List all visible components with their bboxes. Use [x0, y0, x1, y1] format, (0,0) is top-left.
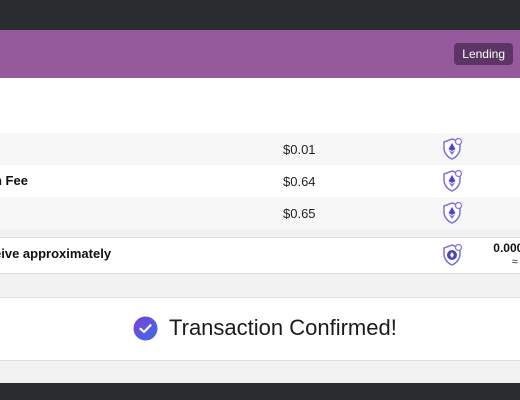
receive-amount: 0.0000 — [493, 241, 520, 255]
check-circle-icon — [133, 316, 158, 341]
content-spacer — [0, 78, 520, 133]
fee-row-label: n Fee — [0, 173, 28, 188]
confirmation-panel: Transaction Confirmed! — [0, 297, 520, 361]
page-header: Lending — [0, 30, 520, 78]
token-shield-icon — [440, 243, 464, 267]
ethereum-shield-icon — [440, 201, 464, 225]
fee-row: $0.65 0 — [0, 197, 520, 229]
receive-label: eive approximately — [0, 246, 112, 261]
top-bar — [0, 0, 520, 30]
bottom-bar — [0, 383, 520, 400]
fee-row-value: $0.64 — [283, 174, 316, 189]
receive-amount-approx: ≈ 0. — [511, 256, 520, 268]
fee-row-value: $0.01 — [283, 142, 316, 157]
ethereum-shield-icon — [440, 169, 464, 193]
confirmation-message: Transaction Confirmed! — [169, 315, 397, 340]
fee-row: $0.01 0 — [0, 133, 520, 165]
ethereum-shield-icon — [440, 137, 464, 161]
fee-row: n Fee $0.64 — [0, 165, 520, 197]
lending-badge[interactable]: Lending — [454, 43, 513, 65]
fee-row-value: $0.65 — [283, 206, 316, 221]
receive-row: eive approximately 0.0000 ≈ 0. — [0, 237, 520, 274]
